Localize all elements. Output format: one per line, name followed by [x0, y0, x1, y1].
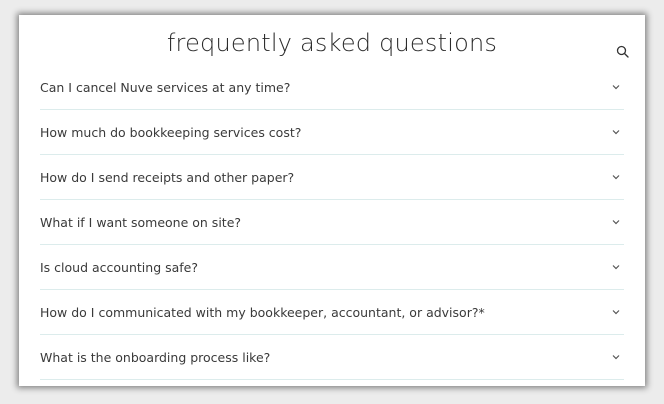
search-button[interactable] [615, 44, 631, 60]
faq-question: What if I want someone on site? [40, 214, 242, 230]
faq-question: Can I cancel Nuve services at any time? [40, 79, 291, 95]
faq-item[interactable]: What if I want someone on site? [40, 200, 624, 245]
faq-item[interactable]: How do I communicated with my bookkeeper… [40, 290, 624, 335]
chevron-down-icon[interactable] [610, 126, 622, 138]
search-icon [616, 45, 629, 58]
faq-item[interactable]: How much do bookkeeping services cost? [40, 110, 624, 155]
chevron-down-icon[interactable] [610, 216, 622, 228]
chevron-down-icon[interactable] [610, 261, 622, 273]
faq-item[interactable]: What is the onboarding process like? [40, 335, 624, 380]
faq-question: How do I send receipts and other paper? [40, 169, 295, 185]
faq-item[interactable]: Is cloud accounting safe? [40, 245, 624, 290]
faq-question: Is cloud accounting safe? [40, 259, 198, 275]
faq-item[interactable]: Can I cancel Nuve services at any time? [40, 65, 624, 110]
faq-list: Can I cancel Nuve services at any time? … [40, 65, 624, 380]
faq-panel: frequently asked questions Can I cancel … [19, 15, 645, 386]
faq-question: What is the onboarding process like? [40, 349, 271, 365]
chevron-down-icon[interactable] [610, 306, 622, 318]
chevron-down-icon[interactable] [610, 171, 622, 183]
page-title: frequently asked questions [166, 29, 498, 57]
chevron-down-icon[interactable] [610, 351, 622, 363]
faq-question: How do I communicated with my bookkeeper… [40, 304, 485, 320]
faq-item[interactable]: How do I send receipts and other paper? [40, 155, 624, 200]
faq-question: How much do bookkeeping services cost? [40, 124, 302, 140]
chevron-down-icon[interactable] [610, 81, 622, 93]
